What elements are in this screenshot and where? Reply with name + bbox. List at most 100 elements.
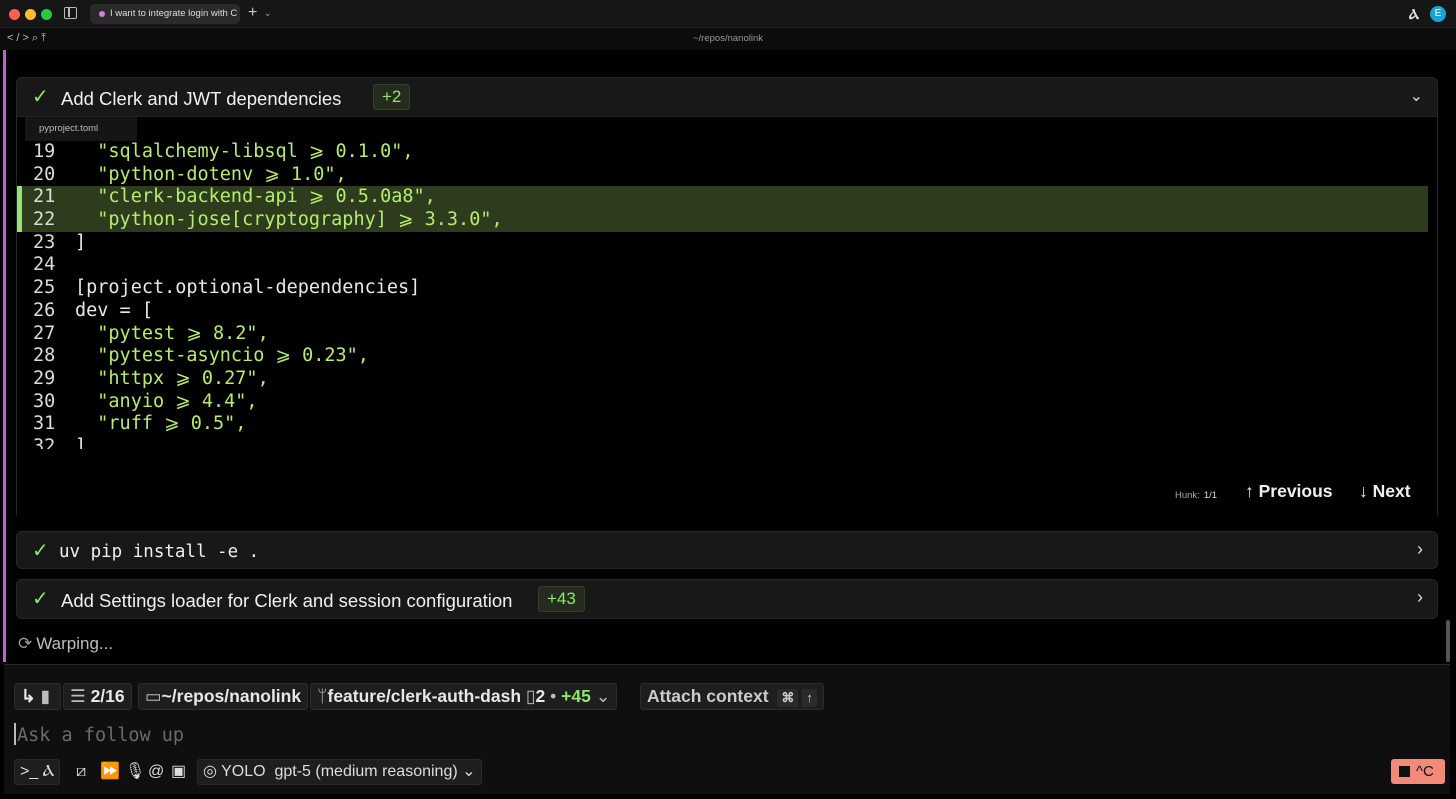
code-line: 30 "anyio ⩾ 4.4",	[17, 391, 1437, 414]
spinner-icon: ⟳	[18, 634, 33, 653]
git-branch-icon: ᛘ	[317, 686, 328, 706]
branch-label: feature/clerk-auth-dash	[327, 686, 522, 706]
lines-added-badge: +2	[373, 84, 411, 110]
block-accent-bar	[3, 50, 6, 662]
file-icon: ▯	[525, 686, 536, 706]
check-icon: ✓	[32, 540, 49, 562]
current-path: ~/repos/nanolink	[693, 33, 763, 44]
files-changed: 2	[535, 686, 546, 706]
chevron-right-icon[interactable]: ›	[1417, 539, 1423, 560]
list-icon: ☰	[70, 686, 86, 706]
step-card-header[interactable]: ✓ Add Clerk and JWT dependencies +2 ⌄	[17, 78, 1437, 117]
line-number: 19	[33, 141, 56, 162]
step-title: Add Settings loader for Clerk and sessio…	[61, 590, 513, 611]
chevron-down-icon[interactable]: ⌄	[1410, 86, 1423, 106]
lines-added-badge: +43	[538, 586, 585, 612]
task-count: 2/16	[90, 686, 125, 706]
check-icon: ✓	[32, 86, 49, 108]
code-text: "clerk-backend-api ⩾ 0.5.0a8",	[75, 186, 436, 208]
chevron-right-icon[interactable]: ›	[1417, 587, 1423, 608]
avatar[interactable]: E	[1430, 6, 1446, 22]
line-number: 26	[33, 299, 56, 321]
line-number: 28	[33, 345, 56, 367]
hunk-value: 1/1	[1203, 490, 1218, 501]
path-bar: </>⌕⤒ ~/repos/nanolink	[0, 28, 1456, 50]
image-button[interactable]: ▣	[165, 759, 192, 785]
hunk-label: Hunk:	[1175, 490, 1200, 501]
code-line: 24	[17, 254, 1437, 277]
title-bar: I want to integrate login with C + ⌄ Ⲁ E	[0, 0, 1456, 28]
code-line: 28 "pytest-asyncio ⩾ 0.23",	[17, 345, 1437, 368]
next-hunk-button[interactable]: ↓ Next	[1359, 481, 1411, 502]
stop-shortcut: ^C	[1416, 763, 1434, 780]
terminal-agent-toggle[interactable]: >_ Ⲁ	[14, 759, 61, 785]
hunk-indicator: Hunk: 1/1	[1175, 490, 1217, 501]
code-line: 27 "pytest ⩾ 8.2",	[17, 323, 1437, 346]
text-caret	[14, 723, 16, 745]
tab-title: I want to integrate login with C	[110, 8, 238, 19]
image-icon: ▣	[171, 763, 187, 780]
input-panel: ↳ ▮ ☰ 2/16 ▭~/repos/nanolink ᛘfeature/cl…	[4, 664, 1450, 794]
folder-icon: ▭	[145, 686, 162, 706]
chevron-down-icon: ⌄	[462, 763, 476, 780]
command-title: uv pip install -e .	[59, 542, 260, 562]
code-text: dev = [	[75, 299, 153, 321]
agent-icon[interactable]: Ⲁ	[43, 763, 55, 780]
line-number: 27	[33, 322, 56, 344]
code-lines: 19 "sqlalchemy-libsql ⩾ 0.1.0", 20 "pytho…	[17, 141, 1437, 449]
new-tab-button[interactable]: +	[248, 5, 257, 21]
scrollbar[interactable]	[1446, 620, 1450, 662]
code-line: 26 dev = [	[17, 300, 1437, 323]
model-label: gpt-5 (medium reasoning)	[274, 763, 458, 780]
panel-icon: ▮	[40, 686, 51, 706]
line-number: 23	[33, 231, 56, 253]
code-line: 32]	[17, 436, 1437, 449]
git-branch-chip[interactable]: ᛘfeature/clerk-auth-dash ▯2 • +45 ⌄	[310, 683, 618, 710]
previous-hunk-button[interactable]: ↑ Previous	[1245, 481, 1333, 502]
separator-dot: •	[550, 686, 557, 706]
code-text: "httpx ⩾ 0.27",	[75, 367, 269, 389]
code-line: 25 [project.optional-dependencies]	[17, 277, 1437, 300]
line-number: 31	[33, 413, 56, 435]
minimize-window-button[interactable]	[25, 9, 36, 20]
lines-added: +45	[561, 686, 591, 706]
chevron-down-icon: ⌄	[595, 686, 611, 706]
code-line-added: 21 "clerk-backend-api ⩾ 0.5.0a8",	[17, 186, 1428, 210]
sidebar-toggle-icon[interactable]	[64, 7, 77, 19]
code-text: "python-dotenv ⩾ 1.0",	[75, 163, 347, 185]
terminal-icon[interactable]: >_	[20, 763, 38, 780]
tab-menu-chevron-icon[interactable]: ⌄	[264, 8, 272, 19]
code-text: "pytest-asyncio ⩾ 0.23",	[75, 345, 369, 367]
tab-active[interactable]: I want to integrate login with C	[90, 4, 240, 24]
slash-commands-button[interactable]: ⧄	[70, 759, 92, 785]
attach-context-button[interactable]: Attach context ⌘ ↑	[640, 683, 824, 710]
warp-logo-icon[interactable]: Ⲁ	[1409, 6, 1419, 23]
reply-mode-toggle[interactable]: ↳ ▮	[14, 683, 61, 710]
code-line: 29 "httpx ⩾ 0.27",	[17, 368, 1437, 391]
code-line: 19 "sqlalchemy-libsql ⩾ 0.1.0",	[17, 141, 1437, 164]
zoom-window-button[interactable]	[41, 9, 52, 20]
task-list-chip[interactable]: ☰ 2/16	[63, 683, 132, 710]
command-key-icon: ⌘	[777, 689, 799, 707]
close-window-button[interactable]	[9, 9, 20, 20]
warping-text: Warping...	[36, 634, 114, 653]
step-card-dependencies: ✓ Add Clerk and JWT dependencies +2 ⌄ py…	[16, 77, 1438, 520]
code-text: "sqlalchemy-libsql ⩾ 0.1.0",	[75, 141, 414, 162]
step-card-install[interactable]: ✓ uv pip install -e . ›	[16, 531, 1438, 569]
follow-up-input[interactable]: Ask a follow up	[14, 723, 184, 746]
directory-chip[interactable]: ▭~/repos/nanolink	[138, 683, 309, 710]
stop-button[interactable]: ^C	[1391, 759, 1445, 784]
reply-arrow-icon: ↳	[21, 686, 36, 706]
file-tab[interactable]: pyproject.toml	[25, 117, 137, 141]
line-number: 24	[33, 254, 56, 276]
line-number: 32	[33, 435, 56, 449]
model-selector[interactable]: ◎ YOLO gpt-5 (medium reasoning) ⌄	[197, 759, 482, 785]
code-line-added: 22 "python-jose[cryptography] ⩾ 3.3.0",	[17, 209, 1428, 232]
at-sign-icon: @	[148, 763, 165, 780]
step-card-settings[interactable]: ✓ Add Settings loader for Clerk and sess…	[16, 579, 1438, 619]
code-text: "anyio ⩾ 4.4",	[75, 390, 258, 412]
line-number: 30	[33, 390, 56, 412]
follow-up-placeholder: Ask a follow up	[17, 725, 185, 746]
check-icon: ✓	[32, 588, 49, 610]
slash-command-icon: ⧄	[76, 763, 87, 780]
